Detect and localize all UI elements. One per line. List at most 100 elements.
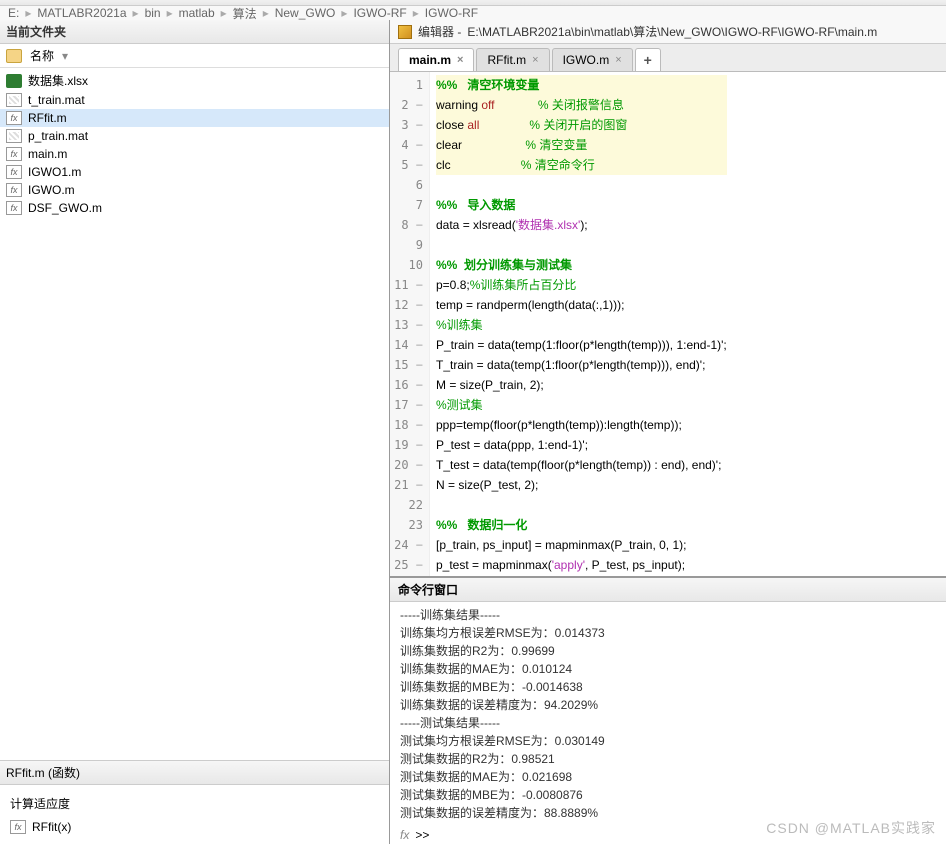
dropdown-arrow-icon[interactable]: ▾ <box>62 49 68 63</box>
line-number[interactable]: 24 <box>390 535 423 555</box>
code-line[interactable]: temp = randperm(length(data(:,1))); <box>436 295 727 315</box>
breadcrumb-segment[interactable]: E: <box>8 6 19 20</box>
m-file-icon <box>6 111 22 125</box>
code-line[interactable]: %训练集 <box>436 315 727 335</box>
breadcrumb-segment[interactable]: IGWO-RF <box>353 6 406 20</box>
line-number[interactable]: 13 <box>390 315 423 335</box>
line-number[interactable]: 3 <box>390 115 423 135</box>
line-number[interactable]: 1 <box>390 75 423 95</box>
code-line[interactable]: T_train = data(temp(1:floor(p*length(tem… <box>436 355 727 375</box>
code-line[interactable]: data = xlsread('数据集.xlsx'); <box>436 215 727 235</box>
name-column-label[interactable]: 名称 <box>30 47 54 64</box>
breadcrumb-segment[interactable]: matlab <box>179 6 215 20</box>
file-list[interactable]: 数据集.xlsxt_train.matRFfit.mp_train.matmai… <box>0 68 389 760</box>
cmd-output-line: 测试集数据的R2为：0.98521 <box>400 750 936 768</box>
code-line[interactable]: P_test = data(ppp, 1:end-1)'; <box>436 435 727 455</box>
file-toolbar[interactable]: 名称 ▾ <box>0 44 389 68</box>
code-line[interactable] <box>436 235 727 255</box>
close-icon[interactable]: × <box>532 54 538 66</box>
breadcrumb[interactable]: E:▸MATLABR2021a▸bin▸matlab▸算法▸New_GWO▸IG… <box>0 6 946 20</box>
code-line[interactable]: M = size(P_train, 2); <box>436 375 727 395</box>
command-window-output[interactable]: -----训练集结果-----训练集均方根误差RMSE为：0.014373训练集… <box>390 602 946 826</box>
add-tab-button[interactable]: + <box>635 48 661 71</box>
breadcrumb-segment[interactable]: bin <box>145 6 161 20</box>
code-area[interactable]: %% 清空环境变量warning off % 关闭报警信息close all %… <box>430 72 733 576</box>
line-number[interactable]: 9 <box>390 235 423 255</box>
editor-tab[interactable]: IGWO.m × <box>552 48 633 71</box>
file-name: IGWO.m <box>28 183 75 197</box>
file-item[interactable]: DSF_GWO.m <box>0 199 389 217</box>
line-number[interactable]: 17 <box>390 395 423 415</box>
code-line[interactable]: warning off % 关闭报警信息 <box>436 95 727 115</box>
file-item[interactable]: main.m <box>0 145 389 163</box>
code-line[interactable]: %% 数据归一化 <box>436 515 727 535</box>
breadcrumb-separator: ▸ <box>133 6 139 20</box>
line-number[interactable]: 16 <box>390 375 423 395</box>
line-number[interactable]: 10 <box>390 255 423 275</box>
breadcrumb-segment[interactable]: IGWO-RF <box>425 6 478 20</box>
code-line[interactable]: %% 划分训练集与测试集 <box>436 255 727 275</box>
line-number[interactable]: 11 <box>390 275 423 295</box>
editor-tab[interactable]: RFfit.m× <box>476 48 549 71</box>
code-line[interactable]: [p_train, ps_input] = mapminmax(P_train,… <box>436 535 727 555</box>
file-item[interactable]: RFfit.m <box>0 109 389 127</box>
code-line[interactable]: clear % 清空变量 <box>436 135 727 155</box>
line-number[interactable]: 22 <box>390 495 423 515</box>
file-item[interactable]: 数据集.xlsx <box>0 70 389 91</box>
code-line[interactable]: %测试集 <box>436 395 727 415</box>
cmd-output-line: 训练集数据的MBE为：-0.0014638 <box>400 678 936 696</box>
line-number[interactable]: 19 <box>390 435 423 455</box>
editor-tab[interactable]: main.m× <box>398 48 474 71</box>
cmd-output-line: 训练集数据的R2为：0.99699 <box>400 642 936 660</box>
breadcrumb-separator: ▸ <box>341 6 347 20</box>
code-line[interactable]: %% 清空环境变量 <box>436 75 727 95</box>
cmd-output-line: -----训练集结果----- <box>400 606 936 624</box>
line-number[interactable]: 15 <box>390 355 423 375</box>
xlsx-file-icon <box>6 74 22 88</box>
code-line[interactable]: ppp=temp(floor(p*length(temp)):length(te… <box>436 415 727 435</box>
m-file-icon <box>6 201 22 215</box>
command-prompt[interactable]: fx >> <box>390 826 946 844</box>
close-icon[interactable]: × <box>615 54 621 66</box>
line-number[interactable]: 23 <box>390 515 423 535</box>
line-number[interactable]: 20 <box>390 455 423 475</box>
file-detail-signature[interactable]: RFfit(x) <box>10 816 379 838</box>
line-number[interactable]: 6 <box>390 175 423 195</box>
file-item[interactable]: p_train.mat <box>0 127 389 145</box>
code-line[interactable] <box>436 175 727 195</box>
code-line[interactable]: P_train = data(temp(1:floor(p*length(tem… <box>436 335 727 355</box>
editor-body[interactable]: 1234567891011121314151617181920212223242… <box>390 72 946 576</box>
line-number[interactable]: 8 <box>390 215 423 235</box>
folder-icon[interactable] <box>6 49 22 63</box>
code-line[interactable]: N = size(P_test, 2); <box>436 475 727 495</box>
fx-icon[interactable]: fx <box>400 828 409 842</box>
code-line[interactable]: %% 导入数据 <box>436 195 727 215</box>
breadcrumb-segment[interactable]: New_GWO <box>275 6 336 20</box>
file-detail-panel: RFfit.m (函数) 计算适应度 RFfit(x) <box>0 760 389 844</box>
code-line[interactable]: p_test = mapminmax('apply', P_test, ps_i… <box>436 555 727 575</box>
code-line[interactable] <box>436 495 727 515</box>
editor-tabs[interactable]: main.m×RFfit.m× IGWO.m × + <box>390 44 946 72</box>
line-number[interactable]: 7 <box>390 195 423 215</box>
line-number[interactable]: 25 <box>390 555 423 575</box>
file-item[interactable]: IGWO.m <box>0 181 389 199</box>
file-detail-desc: 计算适应度 <box>10 791 379 816</box>
line-gutter[interactable]: 1234567891011121314151617181920212223242… <box>390 72 430 576</box>
line-number[interactable]: 18 <box>390 415 423 435</box>
line-number[interactable]: 4 <box>390 135 423 155</box>
line-number[interactable]: 14 <box>390 335 423 355</box>
file-item[interactable]: IGWO1.m <box>0 163 389 181</box>
code-line[interactable]: p=0.8;%训练集所占百分比 <box>436 275 727 295</box>
line-number[interactable]: 12 <box>390 295 423 315</box>
code-line[interactable]: clc % 清空命令行 <box>436 155 727 175</box>
breadcrumb-segment[interactable]: 算法 <box>233 6 257 20</box>
code-line[interactable]: T_test = data(temp(floor(p*length(temp))… <box>436 455 727 475</box>
code-line[interactable]: close all % 关闭开启的图窗 <box>436 115 727 135</box>
close-icon[interactable]: × <box>457 54 463 66</box>
line-number[interactable]: 2 <box>390 95 423 115</box>
tab-label: IGWO.m <box>563 53 610 67</box>
breadcrumb-segment[interactable]: MATLABR2021a <box>37 6 126 20</box>
line-number[interactable]: 5 <box>390 155 423 175</box>
line-number[interactable]: 21 <box>390 475 423 495</box>
file-item[interactable]: t_train.mat <box>0 91 389 109</box>
